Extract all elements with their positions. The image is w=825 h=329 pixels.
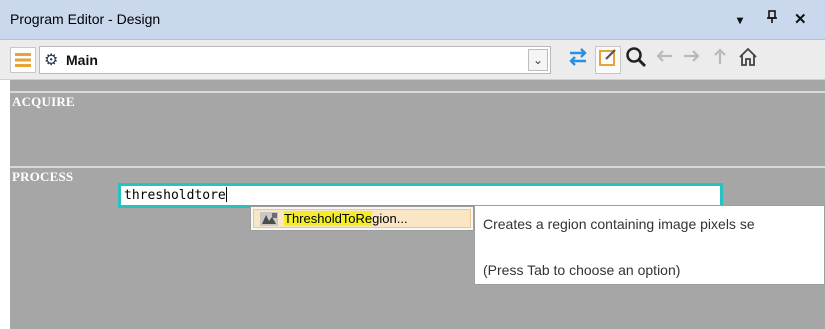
- chevron-down-icon[interactable]: ⌄: [528, 49, 548, 71]
- back-icon[interactable]: [651, 46, 677, 74]
- title-bar: Program Editor - Design ▾ ✕: [0, 0, 825, 40]
- close-icon[interactable]: ✕: [794, 10, 807, 28]
- procedure-label: Main: [66, 52, 98, 68]
- tooltip-description: Creates a region containing image pixels…: [483, 216, 755, 232]
- text-caret: [225, 187, 227, 202]
- menu-icon: [15, 53, 31, 67]
- tooltip-hint: (Press Tab to choose an option): [483, 262, 681, 278]
- autocomplete-list: ThresholdToRegion...: [250, 206, 474, 231]
- match-highlight: ThresholdToRe: [284, 211, 373, 226]
- procedure-selector[interactable]: ⚙ Main ⌄: [39, 46, 551, 74]
- autocomplete-item-label: ThresholdToRegion...: [284, 211, 408, 226]
- up-icon[interactable]: [707, 46, 733, 74]
- menu-button[interactable]: [10, 47, 36, 73]
- match-remainder: gion...: [372, 211, 408, 226]
- operator-tooltip: Creates a region containing image pixels…: [474, 205, 825, 285]
- section-process-header: PROCESS: [12, 169, 74, 184]
- swap-icon[interactable]: [565, 46, 591, 74]
- input-text: thresholdtore: [124, 188, 226, 203]
- toolbar: ⚙ Main ⌄: [0, 40, 825, 80]
- window-title: Program Editor - Design: [10, 11, 161, 27]
- edit-icon[interactable]: [595, 46, 621, 74]
- procedure-icon: ⚙: [44, 52, 59, 69]
- forward-icon[interactable]: [679, 46, 705, 74]
- autocomplete-item-threshold-to-region[interactable]: ThresholdToRegion...: [253, 209, 471, 228]
- pin-icon[interactable]: [766, 10, 778, 27]
- home-icon[interactable]: [735, 46, 761, 74]
- section-divider: [10, 91, 825, 93]
- section-acquire-header: ACQUIRE: [12, 94, 75, 109]
- window-menu-icon[interactable]: ▾: [737, 13, 743, 27]
- search-icon[interactable]: [623, 46, 649, 74]
- section-divider: [10, 166, 825, 168]
- operator-icon: [260, 212, 278, 226]
